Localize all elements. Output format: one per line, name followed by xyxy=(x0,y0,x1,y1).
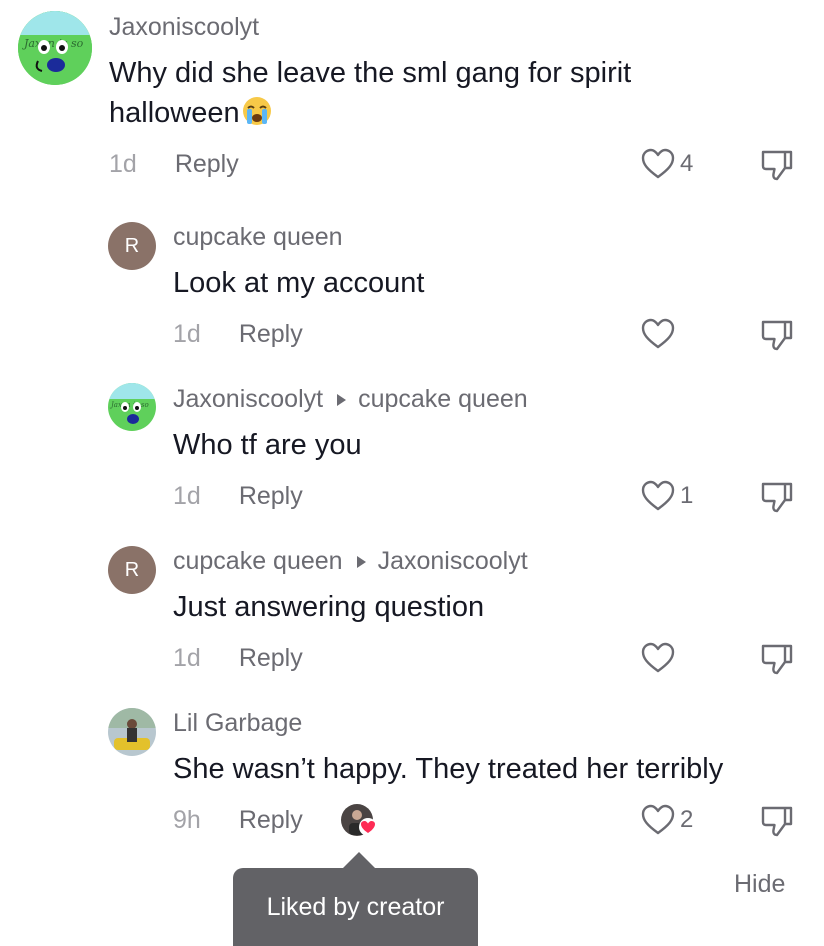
reply-arrow-icon xyxy=(337,393,347,406)
avatar-letter: R xyxy=(124,558,140,581)
comment-text-line2: halloween xyxy=(109,97,240,129)
red-heart-icon xyxy=(359,818,377,836)
thumbs-down-icon xyxy=(761,644,793,675)
username-text[interactable]: cupcake queen xyxy=(173,547,343,576)
liked-by-creator-badge[interactable] xyxy=(340,803,380,839)
hide-replies-button[interactable]: Hide xyxy=(734,870,785,899)
comment-text-line1: Why did she leave the sml gang for spiri… xyxy=(109,57,632,89)
username-text[interactable]: Jaxoniscoolyt xyxy=(109,13,259,42)
avatar-image-icon xyxy=(108,708,156,756)
comment-username[interactable]: cupcake queen xyxy=(173,223,343,252)
avatar[interactable] xyxy=(108,708,156,756)
reply-button[interactable]: Reply xyxy=(239,482,303,511)
avatar[interactable]: R xyxy=(108,222,156,270)
comment-text: Look at my account xyxy=(173,263,424,303)
like-button[interactable] xyxy=(641,642,675,674)
comment-text-line1: Just answering question xyxy=(173,591,485,623)
tooltip-pointer xyxy=(342,852,376,869)
timestamp: 1d xyxy=(173,482,201,510)
dislike-button[interactable] xyxy=(761,480,793,519)
avatar-image-icon: Jaxon is so xyxy=(18,11,92,85)
avatar[interactable]: Jaxon is so xyxy=(108,383,156,431)
thumbs-down-icon xyxy=(761,806,793,837)
comment-text: Who tf are you xyxy=(173,425,362,465)
comment-text: Why did she leave the sml gang for spiri… xyxy=(109,53,631,133)
thumbs-down-icon xyxy=(761,150,793,181)
svg-text:Jaxon is so: Jaxon is so xyxy=(22,37,84,50)
dislike-button[interactable] xyxy=(761,148,793,187)
like-button[interactable] xyxy=(641,318,675,350)
reply-to-username[interactable]: cupcake queen xyxy=(358,385,528,414)
avatar[interactable]: Jaxon is so xyxy=(18,11,92,85)
reply-button[interactable]: Reply xyxy=(175,150,239,179)
comment-meta: 1d Reply xyxy=(173,644,303,673)
heart-outline-icon xyxy=(641,642,675,673)
comment-text-line1: Look at my account xyxy=(173,267,425,299)
comment-username[interactable]: Jaxoniscoolyt xyxy=(109,13,259,42)
username-text[interactable]: Lil Garbage xyxy=(173,709,302,738)
like-button[interactable]: 1 xyxy=(641,480,693,512)
timestamp: 1d xyxy=(173,320,201,348)
username-text[interactable]: Jaxoniscoolyt xyxy=(173,385,323,414)
avatar-image-icon: Jaxon is so xyxy=(108,383,156,431)
comment-username[interactable]: Lil Garbage xyxy=(173,709,302,738)
liked-by-creator-tooltip: Liked by creator xyxy=(233,868,478,946)
username-text[interactable]: cupcake queen xyxy=(173,223,343,252)
avatar[interactable]: R xyxy=(108,546,156,594)
like-button[interactable]: 4 xyxy=(641,148,693,180)
hide-label: Hide xyxy=(734,870,786,898)
like-count: 4 xyxy=(680,150,694,177)
heart-outline-icon xyxy=(641,804,675,835)
heart-outline-icon xyxy=(641,318,675,349)
reply-arrow-icon xyxy=(356,555,366,568)
tooltip-text: Liked by creator xyxy=(266,892,445,921)
heart-outline-icon xyxy=(641,480,675,511)
comment-text-line1: She wasn’t happy. They treated her terri… xyxy=(173,753,724,785)
dislike-button[interactable] xyxy=(761,804,793,843)
dislike-button[interactable] xyxy=(761,318,793,357)
comment-meta: 1d Reply xyxy=(109,150,239,179)
timestamp: 9h xyxy=(173,806,201,834)
thumbs-down-icon xyxy=(761,320,793,351)
like-count: 1 xyxy=(680,482,694,509)
comment-meta: 1d Reply xyxy=(173,320,303,349)
reply-button[interactable]: Reply xyxy=(239,644,303,673)
comment-text: She wasn’t happy. They treated her terri… xyxy=(173,749,723,789)
heart-outline-icon xyxy=(641,148,675,179)
comment-meta: 1d Reply xyxy=(173,482,303,511)
comment-text-line1: Who tf are you xyxy=(173,429,362,461)
crying-face-emoji-icon xyxy=(242,97,271,125)
reply-button[interactable]: Reply xyxy=(239,320,303,349)
comment-username[interactable]: cupcake queen Jaxoniscoolyt xyxy=(173,547,528,576)
dislike-button[interactable] xyxy=(761,642,793,681)
like-button[interactable]: 2 xyxy=(641,804,693,836)
comment-username[interactable]: Jaxoniscoolyt cupcake queen xyxy=(173,385,528,414)
reply-to-username[interactable]: Jaxoniscoolyt xyxy=(378,547,528,576)
like-count: 2 xyxy=(680,806,694,833)
timestamp: 1d xyxy=(109,150,137,178)
timestamp: 1d xyxy=(173,644,201,672)
thumbs-down-icon xyxy=(761,482,793,513)
reply-button[interactable]: Reply xyxy=(239,806,303,835)
avatar-letter: R xyxy=(124,234,140,257)
comment-meta: 9h Reply xyxy=(173,806,303,835)
comment-text: Just answering question xyxy=(173,587,484,627)
